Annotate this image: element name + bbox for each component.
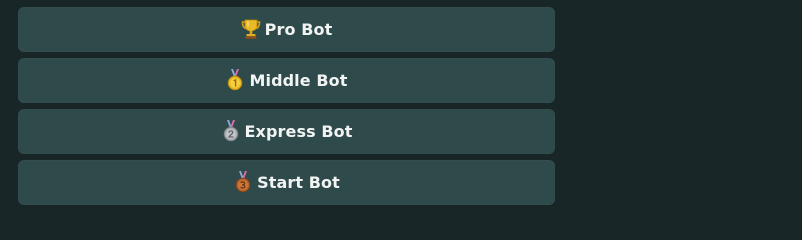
bot-selection-page: Pro Bot Middle Bot Express Bot Start Bot (0, 0, 802, 212)
bot-list: Pro Bot Middle Bot Express Bot Start Bot (18, 7, 555, 205)
start-bot-button[interactable]: Start Bot (18, 160, 555, 205)
second-place-medal-icon (221, 119, 241, 142)
start-bot-label: Start Bot (257, 173, 340, 192)
middle-bot-button[interactable]: Middle Bot (18, 58, 555, 103)
pro-bot-button[interactable]: Pro Bot (18, 7, 555, 52)
first-place-medal-icon (225, 68, 245, 91)
trophy-icon (241, 18, 261, 40)
middle-bot-label: Middle Bot (249, 71, 348, 90)
express-bot-button[interactable]: Express Bot (18, 109, 555, 154)
third-place-medal-icon (233, 170, 253, 193)
express-bot-label: Express Bot (244, 122, 353, 141)
pro-bot-label: Pro Bot (264, 20, 333, 39)
